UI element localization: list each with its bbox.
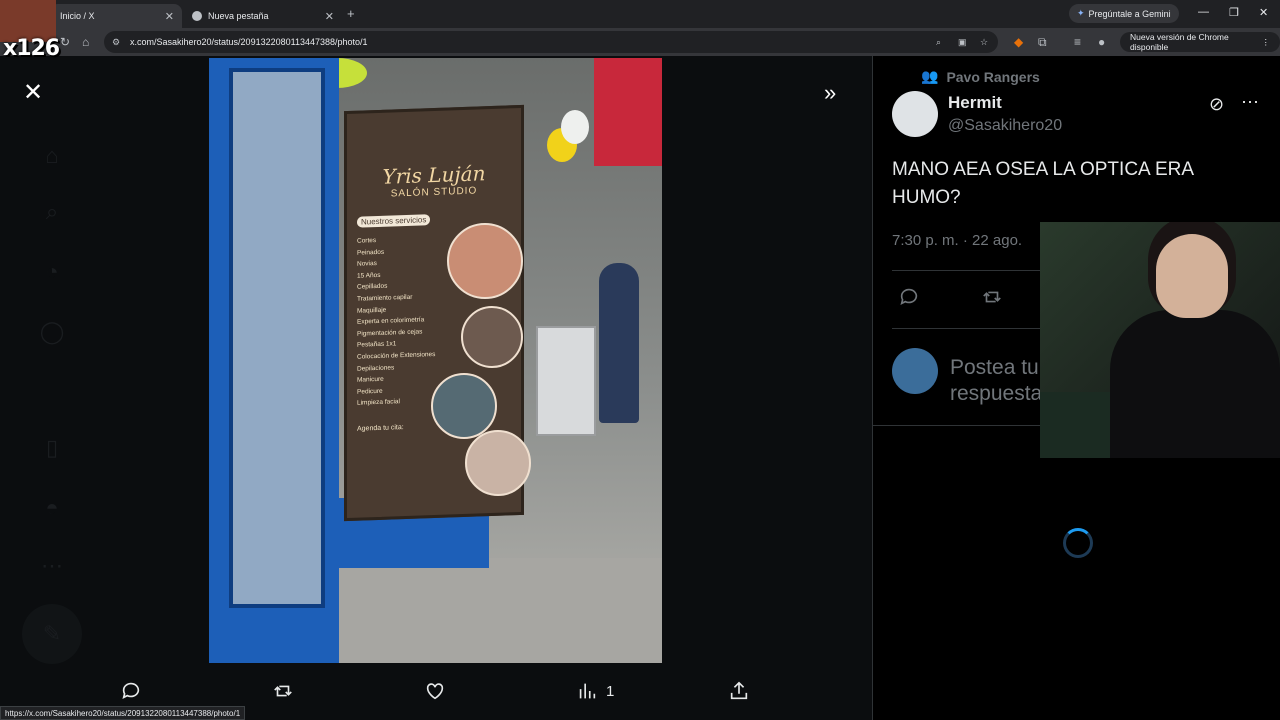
- like-button[interactable]: [424, 678, 446, 704]
- person: [599, 263, 639, 423]
- expand-sidebar-button[interactable]: »: [824, 81, 836, 105]
- tab-label: Inicio / X: [60, 11, 95, 21]
- services-title: Nuestros servicios: [357, 214, 431, 228]
- reply-input[interactable]: Postea tu respuesta: [950, 355, 1050, 407]
- reload-icon[interactable]: ↻: [60, 35, 70, 49]
- webcam-overlay: [1040, 222, 1280, 458]
- streamer: [1100, 232, 1280, 458]
- status-url-text: https://x.com/Sasakihero20/status/209132…: [5, 708, 241, 718]
- zoom-icon[interactable]: ⌕: [936, 37, 941, 48]
- loading-spinner-icon: [1063, 528, 1093, 558]
- browser-tab-strip: Inicio / X ✕ Nueva pestaña ✕ + ✦ Pregúnt…: [0, 0, 1280, 28]
- door-glass: [229, 68, 325, 608]
- heart-icon: [426, 683, 444, 700]
- close-tab-icon[interactable]: ✕: [165, 10, 174, 23]
- blue-door: [209, 58, 339, 663]
- views-button[interactable]: 1: [576, 678, 614, 704]
- tab-inicio-x[interactable]: Inicio / X ✕: [50, 4, 182, 28]
- home-nav-icon: ⌂: [45, 143, 59, 168]
- multiplier-badge: x126: [3, 36, 60, 61]
- browser-toolbar: ↻ ⌂ ⚙ x.com/Sasakihero20/status/20913220…: [0, 28, 1280, 56]
- tweet-photo[interactable]: Yris Luján SALÓN STUDIO Nuestros servici…: [209, 58, 662, 663]
- banner-photo-circle: [465, 430, 531, 496]
- streamer-body: [1110, 310, 1280, 458]
- close-tab-icon[interactable]: ✕: [325, 10, 334, 23]
- kebab-menu-icon[interactable]: ⋮: [1262, 37, 1271, 48]
- bookmark-star-icon[interactable]: ☆: [980, 37, 988, 48]
- messages-nav-icon: ◯: [39, 319, 65, 344]
- banner-photo-circle: [431, 373, 497, 439]
- home-icon[interactable]: ⌂: [82, 35, 89, 49]
- balloon: [561, 110, 589, 144]
- banner-photo-circle: [461, 306, 523, 368]
- banner-photo-circle: [447, 223, 523, 299]
- media-icon[interactable]: ≡: [1074, 35, 1081, 49]
- streamer-head: [1156, 234, 1228, 318]
- post-text: MANO AEA OSEA LA OPTICA ERA HUMO?: [892, 159, 1193, 208]
- profile-nav-icon: ◓: [45, 495, 59, 520]
- extension-icon[interactable]: ◆: [1014, 35, 1023, 49]
- chrome-update-button[interactable]: Nueva versión de Chrome disponible ⋮: [1120, 32, 1280, 52]
- cast-icon[interactable]: ▣: [958, 37, 967, 48]
- extensions-puzzle-icon[interactable]: ⧉: [1038, 35, 1047, 50]
- address-bar[interactable]: ⚙ x.com/Sasakihero20/status/209132208011…: [104, 31, 998, 53]
- author-name[interactable]: Hermit: [948, 93, 1002, 113]
- tab-label: Nueva pestaña: [208, 11, 269, 21]
- display-counter: [536, 326, 596, 436]
- author-handle[interactable]: @Sasakihero20: [948, 117, 1062, 135]
- reply-button[interactable]: [898, 286, 920, 313]
- bookmarks-nav-icon: ▯: [45, 435, 59, 460]
- gemini-button[interactable]: ✦ Pregúntale a Gemini: [1069, 4, 1179, 23]
- restore-icon[interactable]: ❐: [1229, 6, 1239, 19]
- notifications-nav-icon: ◔: [45, 259, 59, 284]
- current-user-avatar: [892, 348, 938, 394]
- close-viewer-button[interactable]: ✕: [23, 81, 43, 105]
- repost-icon: [983, 291, 1001, 303]
- new-tab-button[interactable]: +: [347, 6, 355, 21]
- minimize-icon[interactable]: —: [1198, 6, 1209, 18]
- reply-icon: [122, 682, 140, 699]
- link-status-bar: https://x.com/Sasakihero20/status/209132…: [0, 706, 246, 720]
- gemini-label: Pregúntale a Gemini: [1088, 8, 1171, 19]
- close-window-icon[interactable]: ✕: [1259, 6, 1268, 19]
- gemini-icon: ✦: [1077, 8, 1085, 18]
- repost-icon: [274, 685, 292, 697]
- media-viewer: ⌂ ⌕ ◔ ◯ ▯ ◓ ⋯ ✎ ✕ » Yris Luján SALÓN STU…: [0, 56, 872, 720]
- post-timestamp[interactable]: 7:30 p. m. · 22 ago.: [892, 232, 1022, 249]
- share-button[interactable]: [728, 678, 750, 704]
- grok-icon[interactable]: ⊘: [1209, 94, 1224, 115]
- community-icon: 👥: [921, 68, 939, 84]
- community-badge[interactable]: 👥 Pavo Rangers: [921, 68, 1040, 85]
- more-options-icon[interactable]: ⋯: [1241, 92, 1259, 113]
- reply-button[interactable]: [120, 678, 142, 704]
- share-icon: [730, 681, 748, 700]
- reply-icon: [900, 288, 918, 305]
- chrome-icon: [192, 11, 202, 21]
- sidewalk: [339, 558, 662, 663]
- more-nav-icon: ⋯: [41, 553, 63, 578]
- author-avatar[interactable]: [892, 91, 938, 137]
- barber-poster: [594, 58, 662, 166]
- url-text: x.com/Sasakihero20/status/20913220801134…: [130, 37, 368, 47]
- profile-avatar-icon[interactable]: ●: [1098, 35, 1105, 49]
- site-settings-icon[interactable]: ⚙: [112, 37, 120, 48]
- tab-nueva-pestana[interactable]: Nueva pestaña ✕: [184, 4, 342, 28]
- views-count: 1: [606, 682, 615, 700]
- repost-button[interactable]: [981, 286, 1003, 313]
- analytics-icon: [579, 683, 596, 699]
- compose-nav-icon: ✎: [22, 604, 82, 664]
- explore-nav-icon: ⌕: [45, 199, 59, 224]
- repost-button[interactable]: [272, 678, 294, 704]
- community-name: Pavo Rangers: [946, 68, 1040, 85]
- update-label: Nueva versión de Chrome disponible: [1130, 32, 1229, 52]
